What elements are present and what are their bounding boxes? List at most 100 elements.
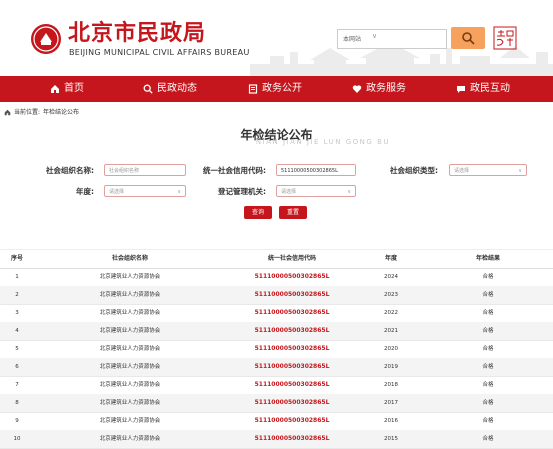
cell-year: 2016 [384, 418, 398, 424]
cell-result: 合格 [482, 400, 494, 406]
document-icon [248, 84, 258, 94]
nav-item-label: 政务公开 [262, 83, 302, 94]
table-row[interactable]: 5 北京建筑业人力资源协会 51110000500302865L 2020 合格 [0, 340, 553, 359]
credit-code-label: 统一社会信用代码: [203, 166, 266, 175]
table-row[interactable]: 3 北京建筑业人力资源协会 51110000500302865L 2022 合格 [0, 304, 553, 323]
site-title[interactable]: 北京市民政局 [68, 20, 206, 46]
nav-item-label: 政民互动 [470, 83, 510, 94]
column-header-no: 序号 [10, 255, 23, 262]
cell-result: 合格 [482, 436, 494, 442]
cell-no: 2 [15, 292, 19, 298]
cell-result: 合格 [482, 364, 494, 370]
cell-org-name: 北京建筑业人力资源协会 [99, 310, 161, 316]
chevron-down-icon: ∨ [177, 189, 181, 195]
cell-year: 2018 [384, 382, 398, 388]
cell-result: 合格 [482, 346, 494, 352]
cell-result: 合格 [482, 310, 494, 316]
nav-item-label: 首页 [64, 83, 84, 94]
reset-button[interactable]: 重置 [279, 206, 307, 219]
year-label: 年度: [76, 187, 94, 196]
nav-item-label: 民政动态 [157, 83, 197, 94]
cell-no: 6 [15, 364, 19, 370]
org-name-label: 社会组织名称: [46, 166, 94, 175]
cell-org-name: 北京建筑业人力资源协会 [99, 382, 161, 388]
table-row[interactable]: 7 北京建筑业人力资源协会 51110000500302865L 2018 合格 [0, 376, 553, 395]
authority-placeholder: 请选择 [281, 189, 297, 195]
table-row[interactable]: 9 北京建筑业人力资源协会 51110000500302865L 2016 合格 [0, 412, 553, 431]
breadcrumb-prefix: 当前位置: [14, 109, 41, 116]
nav-item-gov-service[interactable]: 政务服务 [352, 76, 406, 102]
credit-code-input[interactable]: 51110000500302865L [276, 164, 356, 176]
table-row[interactable]: 10 北京建筑业人力资源协会 51110000500302865L 2015 合格 [0, 430, 553, 449]
authority-select[interactable]: 请选择 ∨ [276, 185, 356, 197]
site-header: 北京市民政局 BEIJING MUNICIPAL CIVIL AFFAIRS B… [0, 0, 553, 76]
cell-credit-code: 51110000500302865L [254, 309, 330, 316]
cell-year: 2015 [384, 436, 398, 442]
cell-result: 合格 [482, 274, 494, 280]
cell-no: 8 [15, 400, 19, 406]
authority-label: 登记管理机关: [218, 187, 266, 196]
cell-year: 2024 [384, 274, 398, 280]
cell-org-name: 北京建筑业人力资源协会 [99, 328, 161, 334]
table-row[interactable]: 4 北京建筑业人力资源协会 51110000500302865L 2021 合格 [0, 322, 553, 341]
table-row[interactable]: 1 北京建筑业人力资源协会 51110000500302865L 2024 合格 [0, 268, 553, 287]
cell-result: 合格 [482, 328, 494, 334]
cell-no: 3 [15, 310, 19, 316]
cell-org-name: 北京建筑业人力资源协会 [99, 292, 161, 298]
column-header-year: 年度 [384, 255, 397, 262]
cell-org-name: 北京建筑业人力资源协会 [99, 436, 161, 442]
chat-icon [457, 86, 465, 93]
column-header-name: 社会组织名称 [111, 255, 148, 262]
cell-no: 7 [15, 382, 19, 388]
cell-credit-code: 51110000500302865L [254, 345, 330, 352]
cell-org-name: 北京建筑业人力资源协会 [99, 400, 161, 406]
cell-org-name: 北京建筑业人力资源协会 [99, 364, 161, 370]
cell-credit-code: 51110000500302865L [254, 399, 330, 406]
table-row[interactable]: 2 北京建筑业人力资源协会 51110000500302865L 2023 合格 [0, 286, 553, 305]
org-type-select[interactable]: 请选择 ∨ [449, 164, 527, 176]
nav-item-gov-open[interactable]: 政务公开 [248, 76, 302, 102]
cell-year: 2023 [384, 292, 398, 298]
breadcrumb: 当前位置: 年检结论公布 [4, 109, 79, 117]
cell-credit-code: 51110000500302865L [254, 381, 330, 388]
page-title-english: NIAN JIAN JIE LUN GONG BU [255, 138, 390, 146]
search-icon [143, 84, 153, 94]
cell-year: 2020 [384, 346, 398, 352]
cell-credit-code: 51110000500302865L [254, 435, 330, 442]
cell-org-name: 北京建筑业人力资源协会 [99, 274, 161, 280]
search-input[interactable]: 本网站 ∨ [337, 29, 447, 49]
cell-result: 合格 [482, 292, 494, 298]
cell-result: 合格 [482, 418, 494, 424]
cell-org-name: 北京建筑业人力资源协会 [99, 418, 161, 424]
year-select[interactable]: 请选择 ∨ [104, 185, 186, 197]
chevron-down-icon: ∨ [347, 189, 351, 195]
table-row[interactable]: 6 北京建筑业人力资源协会 51110000500302865L 2019 合格 [0, 358, 553, 377]
cell-no: 4 [15, 328, 19, 334]
cell-no: 10 [13, 436, 21, 442]
cell-year: 2017 [384, 400, 398, 406]
cell-credit-code: 51110000500302865L [254, 417, 330, 424]
search-icon [462, 32, 475, 45]
table-header: 序号 社会组织名称 统一社会信用代码 年度 年检结果 [0, 249, 553, 269]
cell-year: 2019 [384, 364, 398, 370]
column-header-code: 统一社会信用代码 [267, 255, 316, 262]
nav-item-interaction[interactable]: 政民互动 [456, 76, 510, 102]
query-button[interactable]: 查询 [244, 206, 272, 219]
org-name-input[interactable]: 社会组织名称 [104, 164, 186, 176]
nav-item-home[interactable]: 首页 [50, 76, 84, 102]
cell-no: 1 [15, 274, 19, 280]
breadcrumb-current[interactable]: 年检结论公布 [43, 109, 79, 117]
capital-seal-logo[interactable] [493, 26, 517, 50]
main-nav: 首页 民政动态 政务公开 政务服务 政民互动 [0, 76, 553, 102]
nav-item-news[interactable]: 民政动态 [143, 76, 197, 102]
chevron-down-icon: ∨ [372, 32, 378, 40]
search-button[interactable] [451, 27, 485, 49]
cell-credit-code: 51110000500302865L [254, 273, 330, 280]
heart-icon [352, 85, 362, 93]
table-row[interactable]: 8 北京建筑业人力资源协会 51110000500302865L 2017 合格 [0, 394, 553, 413]
search-scope-select[interactable]: 本网站 [343, 34, 361, 43]
cell-credit-code: 51110000500302865L [254, 327, 330, 334]
site-subtitle: BEIJING MUNICIPAL CIVIL AFFAIRS BUREAU [69, 48, 250, 57]
home-icon[interactable] [4, 109, 11, 116]
home-icon [51, 85, 59, 93]
